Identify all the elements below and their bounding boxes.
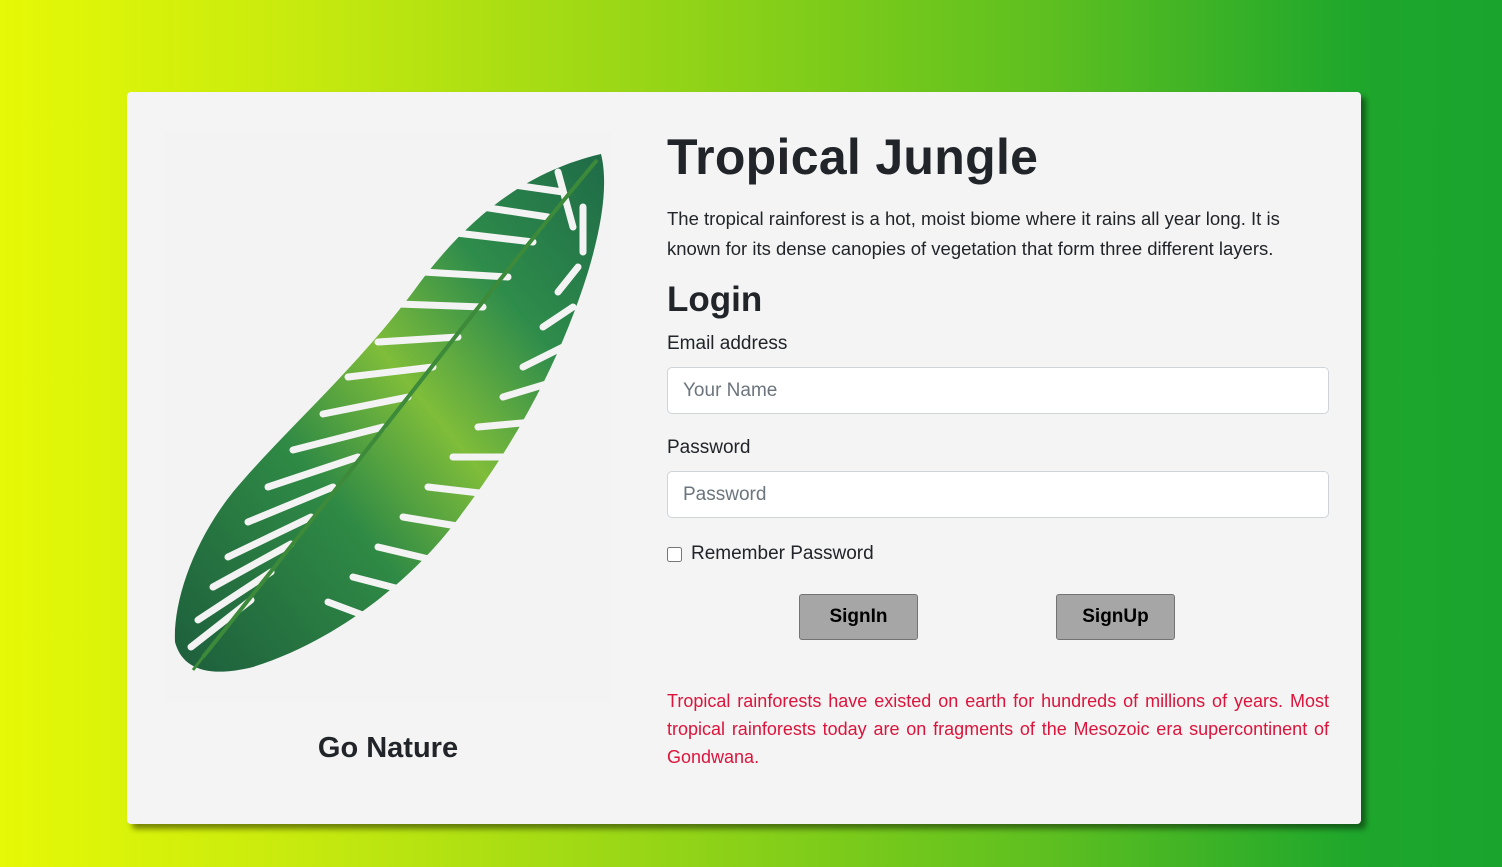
login-heading: Login bbox=[667, 280, 763, 319]
signin-button[interactable]: SignIn bbox=[799, 594, 918, 640]
palm-leaf-icon bbox=[174, 154, 605, 672]
leaf-image bbox=[163, 132, 613, 702]
remember-row: Remember Password bbox=[667, 543, 1329, 565]
login-card: Go Nature Tropical Jungle The tropical r… bbox=[127, 92, 1361, 824]
remember-label: Remember Password bbox=[691, 543, 874, 564]
page-title: Tropical Jungle bbox=[667, 129, 1039, 185]
remember-checkbox[interactable] bbox=[667, 546, 682, 562]
button-row: SignIn SignUp bbox=[667, 594, 1329, 640]
fact-text: Tropical rainforests have existed on ear… bbox=[667, 691, 1329, 767]
image-caption: Go Nature bbox=[317, 732, 459, 764]
password-label: Password bbox=[667, 437, 751, 458]
intro-text: The tropical rainforest is a hot, moist … bbox=[667, 208, 1280, 259]
email-label: Email address bbox=[667, 333, 788, 354]
content-column: Tropical Jungle The tropical rainforest … bbox=[667, 128, 1329, 771]
image-column: Go Nature bbox=[163, 132, 613, 792]
signup-button[interactable]: SignUp bbox=[1056, 594, 1175, 640]
email-field[interactable] bbox=[667, 367, 1329, 414]
password-field[interactable] bbox=[667, 471, 1329, 518]
